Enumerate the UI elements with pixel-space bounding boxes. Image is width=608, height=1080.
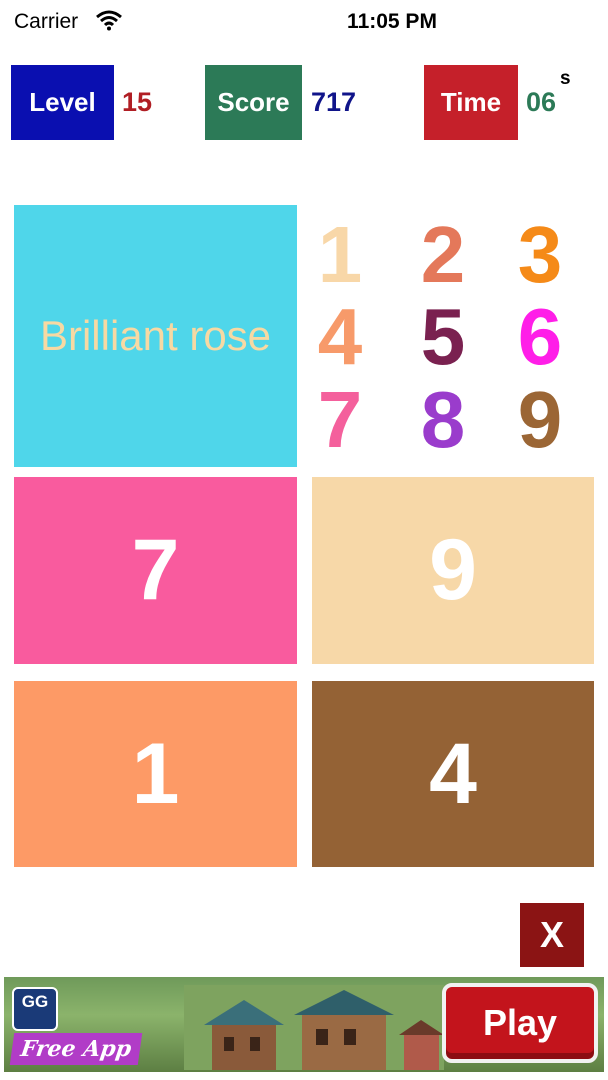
legend-digit-9: 9 xyxy=(517,375,563,464)
answer-tile-1[interactable]: 1 xyxy=(14,681,297,867)
score-value: 717 xyxy=(311,87,357,117)
time-unit: s xyxy=(560,68,571,89)
ad-logo-text: GG xyxy=(21,992,49,1011)
time-label: Time xyxy=(440,87,502,117)
legend-digit-4: 4 xyxy=(317,292,363,381)
legend-digit-2: 2 xyxy=(420,210,466,299)
ad-castle-image xyxy=(184,985,444,1070)
legend-digit-7: 7 xyxy=(317,375,363,464)
color-word: Brilliant rose xyxy=(39,312,272,359)
color-word-card: Brilliant rose xyxy=(14,205,297,467)
level-value: 15 xyxy=(122,87,153,117)
ad-logo: GG xyxy=(12,987,58,1031)
answer-tile-4[interactable]: 4 xyxy=(312,681,594,867)
status-bar: Carrier 11:05 PM xyxy=(0,0,608,44)
ad-free-label: Free App xyxy=(9,1033,143,1065)
legend-digit-8: 8 xyxy=(420,375,466,464)
close-button[interactable]: X xyxy=(520,903,584,967)
answer-tile-9[interactable]: 9 xyxy=(312,477,594,664)
ad-play-button[interactable]: Play xyxy=(442,983,598,1063)
level-label: Level xyxy=(29,87,96,117)
status-time: 11:05 PM xyxy=(347,10,437,33)
score-label: Score xyxy=(217,87,290,117)
time-badge: Time xyxy=(424,65,518,140)
legend-digit-6: 6 xyxy=(517,292,563,381)
answer-tile-7[interactable]: 7 xyxy=(14,477,297,664)
ad-banner[interactable]: GG Free App Play xyxy=(4,977,604,1072)
time-value: 06 xyxy=(526,87,557,117)
level-badge: Level xyxy=(11,65,114,140)
legend-digit-3: 3 xyxy=(517,210,563,299)
legend-digit-5: 5 xyxy=(420,292,466,381)
legend-digit-1: 1 xyxy=(317,210,363,299)
score-badge: Score xyxy=(205,65,302,140)
